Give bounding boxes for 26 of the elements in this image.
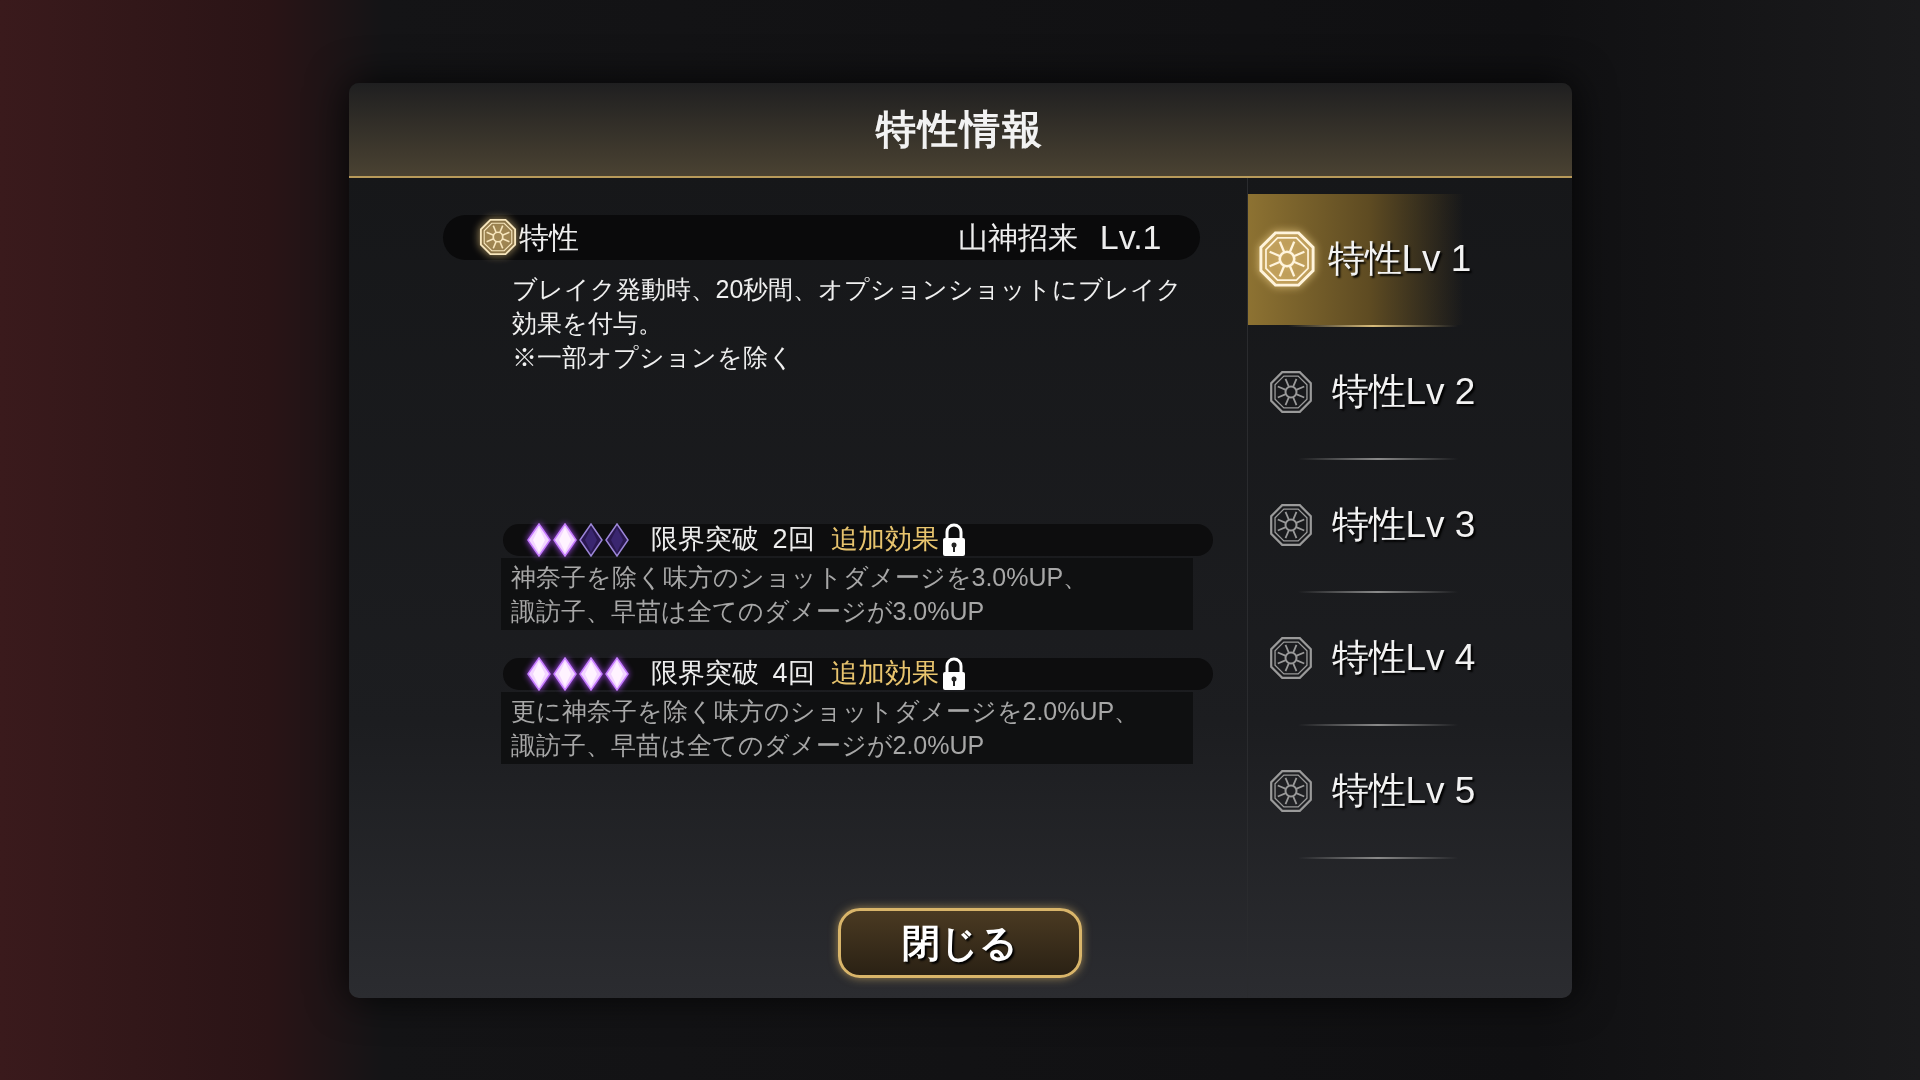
trait-level-tab[interactable]: 特性Lv 2 (1247, 326, 1518, 458)
trait-level-tab[interactable]: 特性Lv 3 (1247, 459, 1518, 591)
limit-break-description-line: 諏訪子、早苗は全てのダメージが3.0%UP (510, 595, 986, 627)
limit-break-description-line: 神奈子を除く味方のショットダメージを3.0%UP、 (510, 561, 1090, 593)
dialog-title: 特性情報 (876, 106, 1044, 153)
trait-emblem-icon (1268, 370, 1313, 414)
trait-description: ブレイク発動時、20秒間、オプションショットにブレイク効果を付与。 ※一部オプションを除く (511, 273, 1184, 373)
bonus-effect-label: 追加効果 (830, 523, 939, 557)
limit-break-count: 4回 (772, 657, 815, 691)
close-button[interactable]: 閉じる (838, 908, 1082, 978)
trait-emblem-icon (1268, 636, 1313, 680)
trait-level: Lv.1 (1099, 216, 1162, 258)
limit-break-count: 2回 (772, 523, 815, 557)
bonus-effect-label: 追加効果 (830, 657, 939, 691)
trait-emblem-icon (1268, 503, 1313, 547)
trait-name: 山神招来 (957, 219, 1078, 256)
trait-emblem-icon (1268, 769, 1313, 813)
limit-break-label: 限界突破 (650, 523, 759, 557)
trait-level-tab[interactable]: 特性Lv 5 (1247, 725, 1518, 857)
trait-emblem-icon (478, 218, 517, 256)
trait-label: 特性 (518, 219, 579, 256)
limit-break-description-line: 更に神奈子を除く味方のショットダメージを2.0%UP、 (510, 695, 1141, 727)
limit-break-description-line: 諏訪子、早苗は全てのダメージが2.0%UP (510, 729, 986, 761)
limit-break-label: 限界突破 (650, 657, 759, 691)
trait-level-tab[interactable]: 特性Lv 4 (1247, 592, 1518, 724)
trait-emblem-icon (1257, 230, 1316, 288)
